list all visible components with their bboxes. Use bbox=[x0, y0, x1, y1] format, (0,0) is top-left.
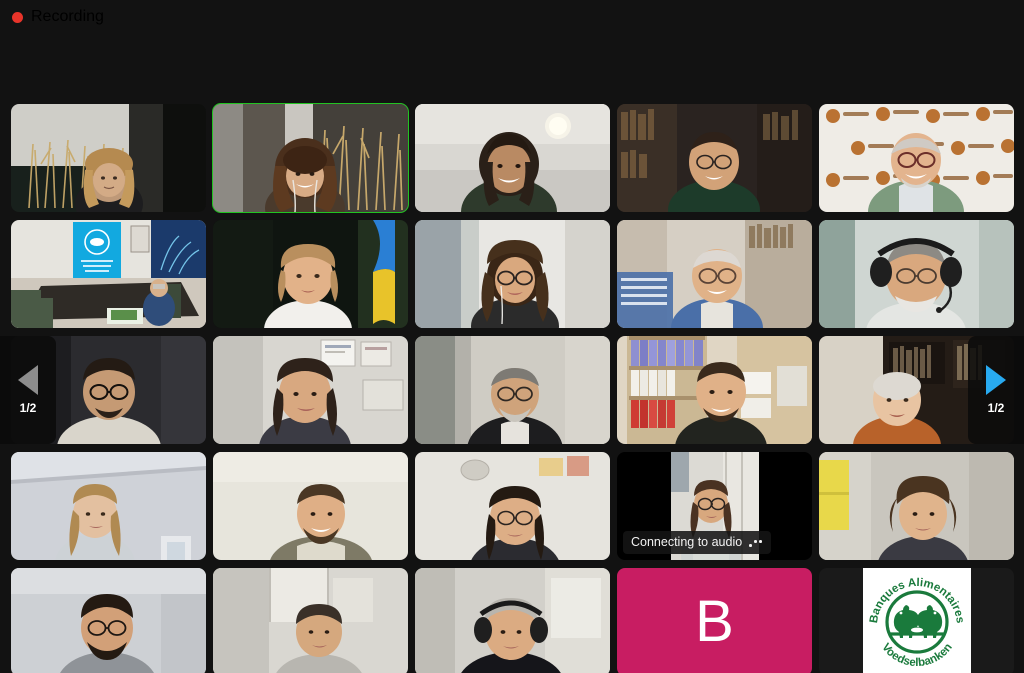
participant-tile[interactable] bbox=[415, 568, 610, 673]
logo-bottom-text: Voedselbanken bbox=[879, 641, 955, 669]
recording-indicator-icon bbox=[12, 11, 23, 23]
participant-grid: Connecting to audio B Banques Alimentair… bbox=[11, 103, 1014, 673]
participant-video bbox=[617, 336, 812, 444]
participant-tile[interactable] bbox=[213, 336, 408, 444]
triangle-left-icon bbox=[18, 365, 38, 395]
banques-alimentaires-logo-icon: Banques Alimentaires Voedselbanken bbox=[867, 577, 965, 669]
participant-video bbox=[11, 104, 206, 212]
participant-video bbox=[213, 336, 408, 444]
participant-tile[interactable] bbox=[415, 104, 610, 212]
participant-tile-connecting[interactable]: Connecting to audio bbox=[617, 452, 812, 560]
participant-tile[interactable] bbox=[617, 104, 812, 212]
participant-tile[interactable] bbox=[415, 336, 610, 444]
participant-video bbox=[213, 568, 408, 673]
participant-video bbox=[819, 220, 1014, 328]
video-conference-window: Recording Connecting to audio B Banques … bbox=[0, 0, 1024, 673]
participant-tile[interactable] bbox=[213, 568, 408, 673]
participant-video bbox=[11, 452, 206, 560]
participant-tile[interactable] bbox=[415, 452, 610, 560]
participant-video bbox=[617, 220, 812, 328]
participant-video bbox=[415, 220, 610, 328]
participant-video bbox=[11, 220, 206, 328]
participant-video bbox=[213, 220, 408, 328]
status-label: Connecting to audio bbox=[631, 535, 743, 549]
participant-tile[interactable] bbox=[11, 452, 206, 560]
participant-video bbox=[819, 452, 1014, 560]
participant-video bbox=[11, 568, 206, 673]
ellipsis-icon bbox=[749, 538, 762, 547]
participant-tile[interactable] bbox=[617, 220, 812, 328]
next-page-button[interactable]: 1/2 bbox=[968, 336, 1024, 444]
participant-tile-active-speaker[interactable] bbox=[212, 103, 409, 213]
participant-tile[interactable] bbox=[11, 220, 206, 328]
participant-tile[interactable] bbox=[213, 452, 408, 560]
page-indicator-prev: 1/2 bbox=[19, 401, 37, 415]
participant-tile[interactable] bbox=[819, 104, 1014, 212]
svg-text:Voedselbanken: Voedselbanken bbox=[879, 641, 955, 669]
participant-tile[interactable] bbox=[11, 104, 206, 212]
participant-avatar-tile[interactable]: B bbox=[617, 568, 812, 673]
page-indicator-next: 1/2 bbox=[987, 401, 1005, 415]
participant-video bbox=[213, 452, 408, 560]
top-bar: Recording bbox=[0, 0, 1024, 34]
participant-tile[interactable] bbox=[819, 220, 1014, 328]
participant-video bbox=[415, 104, 610, 212]
participant-logo-tile[interactable]: Banques Alimentaires Voedselbanken bbox=[819, 568, 1014, 673]
participant-video bbox=[819, 104, 1014, 212]
participant-video bbox=[213, 104, 408, 212]
organization-logo: Banques Alimentaires Voedselbanken bbox=[862, 568, 971, 673]
participant-video bbox=[415, 568, 610, 673]
participant-tile[interactable] bbox=[415, 220, 610, 328]
participant-tile[interactable] bbox=[11, 568, 206, 673]
status-badge: Connecting to audio bbox=[623, 531, 771, 554]
recording-label: Recording bbox=[31, 8, 104, 25]
participant-video bbox=[415, 336, 610, 444]
participant-video bbox=[617, 104, 812, 212]
participant-video bbox=[415, 452, 610, 560]
participant-tile[interactable] bbox=[617, 336, 812, 444]
triangle-right-icon bbox=[986, 365, 1006, 395]
participant-tile[interactable] bbox=[819, 452, 1014, 560]
participant-tile[interactable] bbox=[213, 220, 408, 328]
previous-page-button[interactable]: 1/2 bbox=[0, 336, 56, 444]
avatar-initial: B bbox=[695, 589, 734, 654]
